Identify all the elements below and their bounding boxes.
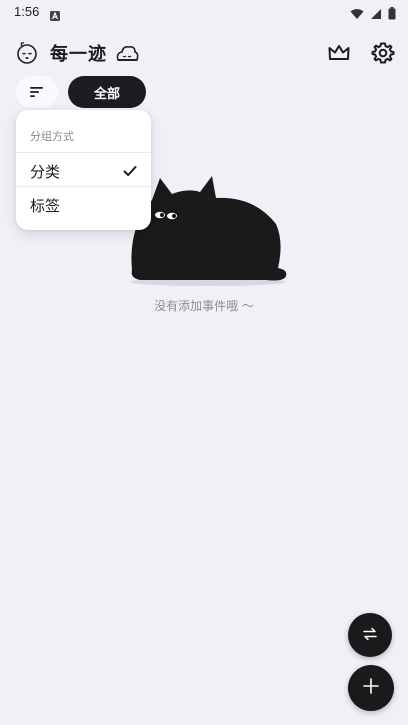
cloud-cat-icon xyxy=(114,40,140,64)
battery-icon xyxy=(388,5,396,24)
add-event-button[interactable] xyxy=(348,665,394,711)
menu-item-label: 标签 xyxy=(30,197,61,215)
app-title: 每一迹 xyxy=(50,44,107,65)
status-time: 1:56 xyxy=(14,4,40,19)
app-header: 每一迹 xyxy=(0,36,408,70)
swap-view-button[interactable] xyxy=(348,613,392,657)
group-by-menu: 分组方式 分类 标签 xyxy=(16,110,151,230)
crown-icon[interactable] xyxy=(326,40,352,66)
wifi-icon xyxy=(350,5,364,24)
signal-icon xyxy=(370,5,382,24)
status-bar: 1:56 xyxy=(0,0,408,24)
settings-gear-icon[interactable] xyxy=(370,40,396,66)
sort-lines-icon xyxy=(29,83,45,102)
filter-chip-all[interactable]: 全部 xyxy=(68,76,146,108)
notification-a-icon xyxy=(50,6,60,21)
checkmark-icon xyxy=(123,163,137,177)
menu-title: 分组方式 xyxy=(30,130,74,143)
swap-arrows-icon xyxy=(362,626,378,645)
menu-item-category[interactable]: 分类 xyxy=(16,154,151,186)
menu-divider xyxy=(16,152,151,153)
menu-item-tag[interactable]: 标签 xyxy=(16,188,151,220)
sleepy-face-icon xyxy=(14,40,40,64)
plus-icon xyxy=(363,678,379,698)
empty-state-message: 没有添加事件哦 ～ xyxy=(154,299,254,313)
sort-button[interactable] xyxy=(16,76,58,108)
menu-item-label: 分类 xyxy=(30,163,61,181)
menu-divider xyxy=(16,186,151,187)
